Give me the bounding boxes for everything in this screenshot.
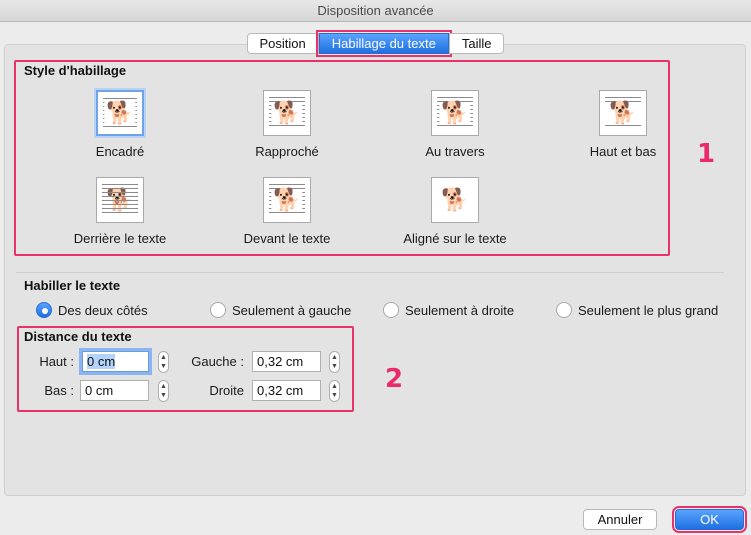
wrap-option-in-front[interactable]: 🐕 Devant le texte [212,177,362,246]
wrap-option-label: Encadré [95,144,145,159]
wrap-option-tight[interactable]: 🐕 Rapproché [212,90,362,159]
distance-left-label: Gauche : [191,354,244,369]
distance-top-value: 0 cm [87,354,116,369]
wrap-style-title: Style d'habillage [24,63,127,78]
wrap-tight-icon: 🐕 [263,90,311,136]
cancel-button[interactable]: Annuler [583,509,657,530]
wrap-option-square[interactable]: 🐕 Encadré [45,90,195,159]
radio-largest-only[interactable]: Seulement le plus grand [556,302,718,318]
wrap-option-label: Au travers [425,144,485,159]
distance-top-label: Haut : [39,354,74,369]
window-title: Disposition avancée [0,0,751,22]
radio-label: Seulement à droite [405,302,515,318]
radio-left-only[interactable]: Seulement à gauche [210,302,351,318]
radio-button [383,302,399,318]
distance-left-stepper[interactable]: ▲ ▼ [329,351,340,373]
annotation-number-2: 2 [385,364,404,394]
tab-position[interactable]: Position [246,33,319,54]
radio-label: Seulement le plus grand [578,302,719,318]
radio-button [210,302,226,318]
wrap-option-top-bottom[interactable]: 🐕 Haut et bas [548,90,698,159]
radio-label: Seulement à gauche [232,302,352,318]
tab-size[interactable]: Taille [448,33,505,54]
wrap-square-icon: 🐕 [96,90,144,136]
section-divider [16,272,724,273]
wrap-in-front-icon: 🐕 [263,177,311,223]
wrap-inline-icon: 🐕 [431,177,479,223]
radio-both-sides[interactable]: Des deux côtés [36,302,148,318]
wrap-behind-text-icon: 🐕 [96,177,144,223]
distance-right-label: Droite [209,383,244,398]
distance-bottom-stepper[interactable]: ▲ ▼ [158,380,169,402]
distance-bottom-field[interactable]: 0 cm [80,380,149,401]
wrap-option-label: Aligné sur le texte [403,231,507,246]
wrap-option-through[interactable]: 🐕 Au travers [380,90,530,159]
distance-top-field[interactable]: 0 cm [82,351,149,372]
distance-top-stepper[interactable]: ▲ ▼ [158,351,169,373]
wrap-option-label: Derrière le texte [73,231,167,246]
wrap-text-title: Habiller le texte [24,278,121,293]
wrap-option-behind-text[interactable]: 🐕 Derrière le texte [45,177,195,246]
ok-button[interactable]: OK [672,506,747,533]
wrap-option-inline[interactable]: 🐕 Aligné sur le texte [380,177,530,246]
wrap-option-label: Haut et bas [589,144,657,159]
radio-button [36,302,52,318]
wrap-option-label: Rapproché [255,144,319,159]
radio-right-only[interactable]: Seulement à droite [383,302,514,318]
tab-text-wrapping[interactable]: Habillage du texte [315,30,452,57]
radio-label: Des deux côtés [58,302,148,318]
wrap-top-bottom-icon: 🐕 [599,90,647,136]
distance-bottom-label: Bas : [44,383,74,398]
distance-right-stepper[interactable]: ▲ ▼ [329,380,340,402]
wrap-option-label: Devant le texte [243,231,331,246]
annotation-number-1: 1 [697,139,716,169]
tab-bar: Position Habillage du texte Taille [0,30,751,57]
distance-title: Distance du texte [24,329,132,344]
distance-right-field[interactable]: 0,32 cm [252,380,321,401]
radio-button [556,302,572,318]
wrap-through-icon: 🐕 [431,90,479,136]
distance-left-field[interactable]: 0,32 cm [252,351,321,372]
